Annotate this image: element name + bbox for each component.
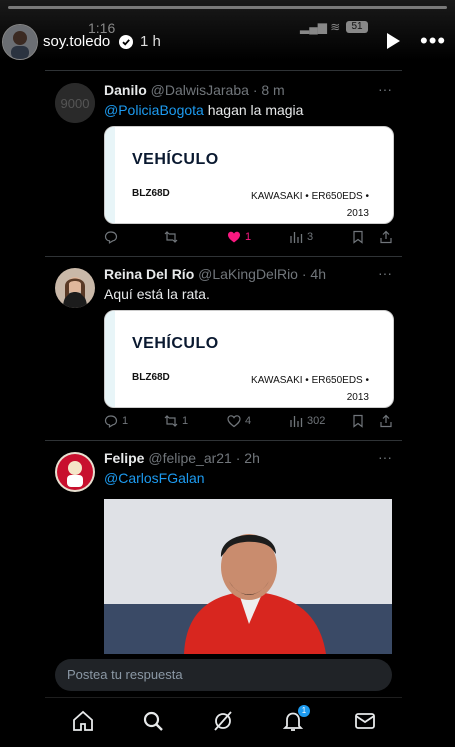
bookmark-button[interactable] bbox=[351, 230, 365, 244]
tweet-header: Felipe @felipe_ar21 · 2h bbox=[104, 450, 260, 466]
bookmark-icon bbox=[353, 414, 363, 428]
tweet[interactable]: Felipe @felipe_ar21 · 2h ··· @CarlosFGal… bbox=[45, 440, 402, 656]
story-header: 1:16 ▂▄▆ ≋ 51 soy.toledo 1 h ••• bbox=[0, 0, 455, 60]
story-time: 1 h bbox=[140, 33, 161, 50]
mention-link[interactable]: @PoliciaBogota bbox=[104, 102, 204, 118]
card-title: VEHÍCULO bbox=[132, 335, 219, 352]
views-count: 3 bbox=[307, 231, 314, 243]
story-username[interactable]: soy.toledo bbox=[43, 33, 110, 50]
play-icon[interactable] bbox=[384, 32, 402, 50]
share-icon bbox=[380, 230, 392, 244]
mention-link[interactable]: @CarlosFGalan bbox=[104, 470, 205, 486]
messages-icon[interactable] bbox=[353, 709, 377, 733]
tweet-actions: 1 3 bbox=[104, 230, 392, 248]
reply-button[interactable] bbox=[104, 230, 122, 244]
heart-icon bbox=[227, 415, 241, 428]
retweet-button[interactable] bbox=[164, 230, 182, 244]
bookmark-button[interactable] bbox=[351, 414, 365, 428]
tweet[interactable]: 9000 Danilo @DalwisJaraba · 8 m ··· @Pol… bbox=[45, 70, 402, 257]
tweet-more-icon[interactable]: ··· bbox=[378, 265, 392, 281]
svg-text:9000: 9000 bbox=[61, 96, 90, 111]
search-icon[interactable] bbox=[141, 709, 165, 733]
tweet-more-icon[interactable]: ··· bbox=[378, 449, 392, 465]
card-title: VEHÍCULO bbox=[132, 151, 219, 168]
retweet-button[interactable]: 1 bbox=[164, 414, 188, 428]
bookmark-icon bbox=[353, 230, 363, 244]
story-frame: 1:16 ▂▄▆ ≋ 51 soy.toledo 1 h ••• 9000 Da… bbox=[0, 0, 455, 747]
tweet-actions: 1 1 4 302 bbox=[104, 414, 392, 432]
vehicle-card-image[interactable]: VEHÍCULO BLZ68D KAWASAKI • ER650EDS • 20… bbox=[104, 126, 394, 224]
author-name[interactable]: Felipe bbox=[104, 450, 144, 466]
card-model: KAWASAKI • ER650EDS • 2013 bbox=[251, 375, 369, 403]
author-handle[interactable]: @DalwisJaraba bbox=[151, 82, 249, 98]
card-plate: BLZ68D bbox=[132, 372, 170, 383]
story-progress-bar bbox=[8, 6, 447, 9]
verified-icon bbox=[119, 35, 133, 49]
avatar[interactable] bbox=[55, 268, 95, 308]
tweet-text: Aquí está la rata. bbox=[104, 286, 210, 302]
author-handle[interactable]: @LaKingDelRio bbox=[198, 266, 298, 282]
share-icon bbox=[380, 414, 392, 428]
vehicle-card-image[interactable]: VEHÍCULO BLZ68D KAWASAKI • ER650EDS • 20… bbox=[104, 310, 394, 408]
reply-count: 1 bbox=[122, 415, 129, 427]
views-icon bbox=[290, 232, 303, 243]
views-button[interactable]: 302 bbox=[289, 414, 325, 428]
tweet-time: · 8 m bbox=[252, 82, 285, 98]
tweet-more-icon[interactable]: ··· bbox=[378, 81, 392, 97]
avatar[interactable]: 9000 bbox=[55, 83, 95, 123]
views-count: 302 bbox=[307, 415, 326, 427]
reply-icon bbox=[104, 231, 118, 244]
bottom-nav: 1 bbox=[45, 697, 402, 747]
reply-input[interactable]: Postea tu respuesta bbox=[55, 659, 392, 691]
like-button[interactable]: 1 bbox=[227, 230, 251, 244]
views-icon bbox=[290, 416, 303, 427]
tweet-text: @CarlosFGalan bbox=[104, 470, 205, 486]
heart-filled-icon bbox=[228, 231, 240, 243]
author-handle[interactable]: @felipe_ar21 bbox=[148, 450, 232, 466]
card-plate: BLZ68D bbox=[132, 188, 170, 199]
retweet-icon bbox=[164, 415, 178, 427]
author-name[interactable]: Danilo bbox=[104, 82, 147, 98]
retweet-count: 1 bbox=[182, 415, 189, 427]
tweet[interactable]: Reina Del Río @LaKingDelRio · 4h ··· Aqu… bbox=[45, 256, 402, 441]
reply-button[interactable]: 1 bbox=[104, 414, 128, 428]
share-button[interactable] bbox=[379, 230, 393, 244]
card-model: KAWASAKI • ER650EDS • 2013 bbox=[251, 191, 369, 219]
tweet-time: · 4h bbox=[301, 266, 326, 282]
retweet-icon bbox=[164, 231, 178, 243]
views-button[interactable]: 3 bbox=[289, 230, 313, 244]
tweet-photo[interactable] bbox=[104, 499, 392, 654]
avatar[interactable] bbox=[55, 452, 95, 492]
signal-icon: ▂▄▆ ≋ bbox=[300, 20, 341, 34]
share-button[interactable] bbox=[379, 414, 393, 428]
like-count: 1 bbox=[245, 231, 252, 243]
grok-icon[interactable] bbox=[211, 709, 235, 733]
like-count: 4 bbox=[245, 415, 252, 427]
more-options-icon[interactable]: ••• bbox=[420, 28, 446, 54]
tweet-header: Reina Del Río @LaKingDelRio · 4h bbox=[104, 266, 326, 282]
notification-badge: 1 bbox=[298, 705, 310, 717]
tweet-time: · 2h bbox=[235, 450, 260, 466]
tweet-text: @PoliciaBogota hagan la magia bbox=[104, 102, 304, 118]
author-name[interactable]: Reina Del Río bbox=[104, 266, 194, 282]
story-avatar[interactable] bbox=[2, 24, 38, 60]
like-button[interactable]: 4 bbox=[227, 414, 251, 428]
home-icon[interactable] bbox=[71, 709, 95, 733]
reply-bar: Postea tu respuesta bbox=[45, 655, 402, 697]
battery-icon: 51 bbox=[346, 21, 368, 33]
reply-icon bbox=[104, 415, 118, 428]
tweet-header: Danilo @DalwisJaraba · 8 m bbox=[104, 82, 285, 98]
